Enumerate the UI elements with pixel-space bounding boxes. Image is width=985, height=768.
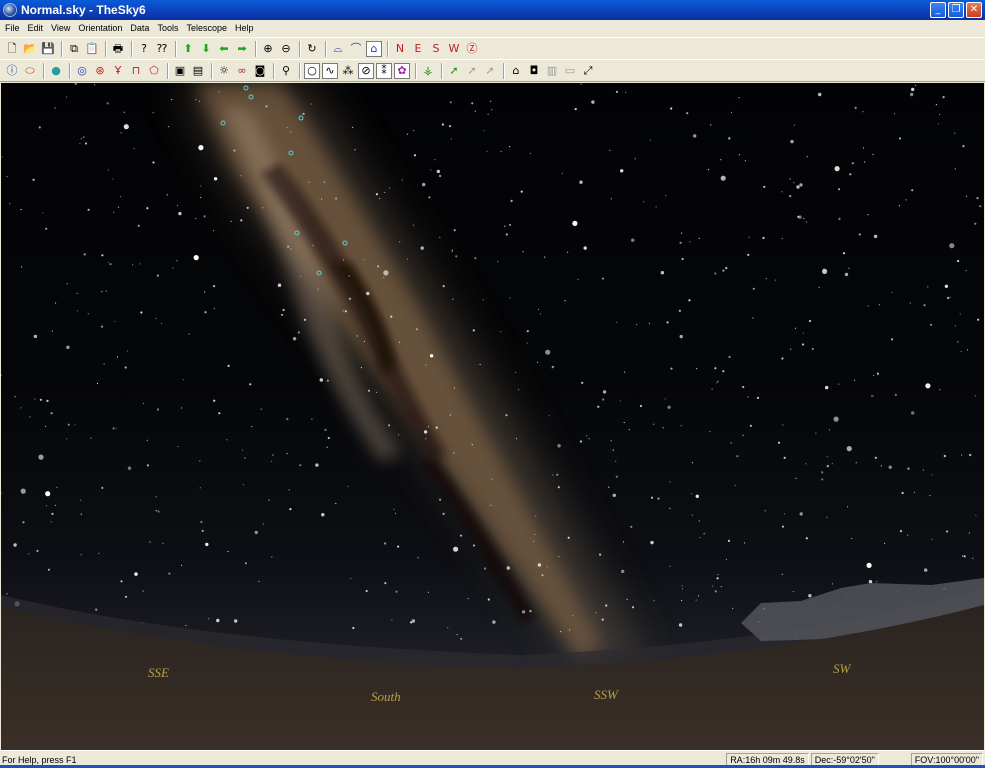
focuser-icon[interactable]: ▥	[544, 63, 560, 79]
toolbar-separator	[441, 62, 443, 79]
paste-icon[interactable]: 📋	[84, 41, 100, 57]
look-zenith-icon[interactable]: Ⓩ	[464, 41, 480, 57]
toolbar-separator	[273, 62, 275, 79]
help-icon[interactable]: ?	[136, 41, 152, 57]
constellation-icon[interactable]: Ұ	[110, 63, 126, 79]
telescope-icon[interactable]: ⚶	[420, 63, 436, 79]
toolbar-separator	[299, 62, 301, 79]
menu-bar: File Edit View Orientation Data Tools Telescop…	[0, 20, 985, 36]
toolbar-separator	[211, 62, 213, 79]
camera-icon[interactable]: ◙	[252, 63, 268, 79]
look-north-icon[interactable]: N	[392, 41, 408, 57]
toolbar-separator	[325, 40, 327, 57]
print-icon[interactable]: 🖶	[110, 41, 126, 57]
close-button[interactable]: ✕	[966, 2, 982, 18]
zoom-in-icon[interactable]: ⊕	[260, 41, 276, 57]
toolbar-separator	[255, 40, 257, 57]
title-bar[interactable]: Normal.sky - TheSky6 _ ❐ ✕	[0, 0, 985, 20]
toolbar-separator	[415, 62, 417, 79]
toolbar-separator	[61, 40, 63, 57]
ecliptic-icon[interactable]: ⬭	[22, 63, 38, 79]
star-circle-icon[interactable]: ○	[304, 62, 320, 79]
look-east-icon[interactable]: E	[410, 41, 426, 57]
arrow-down-icon[interactable]: ⬇	[198, 41, 214, 57]
window-title: Normal.sky - TheSky6	[21, 3, 146, 17]
objects-toolbar: ⓘ ⬭ ● ◎ ⊛ Ұ ⊓ ⬠ ▣ ▤ ☼ ∞ ◙ ⚲ ○ ∿ ⁂ ⊘ ⁑ ✿ ⚶ ➚ ➚ ➚ ⌂ ◘ ▥ ▭ ⤢	[0, 59, 985, 82]
horizon-object-icon[interactable]: ⬠	[146, 63, 162, 79]
rotate-icon[interactable]: ↻	[304, 41, 320, 57]
slew-disabled-icon[interactable]: ➚	[464, 63, 480, 79]
menu-view[interactable]: View	[48, 23, 73, 33]
photo-icon[interactable]: ▣	[172, 63, 188, 79]
look-south-icon[interactable]: S	[428, 41, 444, 57]
compass-sw-label: SW	[833, 661, 851, 676]
toolbar-separator	[503, 62, 505, 79]
binoculars-icon[interactable]: ⚲	[278, 63, 294, 79]
galaxy-icon[interactable]: ◎	[74, 63, 90, 79]
menu-help[interactable]: Help	[232, 23, 257, 33]
sync-disabled-icon[interactable]: ➚	[482, 63, 498, 79]
arrow-right-icon[interactable]: ➡	[234, 41, 250, 57]
filter-icon[interactable]: ▭	[562, 63, 578, 79]
orbit-icon[interactable]: ⊘	[358, 62, 374, 79]
toolbar-separator	[167, 62, 169, 79]
toolbar-separator	[131, 40, 133, 57]
new-file-icon[interactable]: 🗋	[4, 41, 20, 57]
arrow-up-icon[interactable]: ⬆	[180, 41, 196, 57]
telescope-mount-icon[interactable]: ⊓	[128, 63, 144, 79]
info-icon[interactable]: ⓘ	[4, 63, 20, 79]
standard-toolbar: 🗋 📂 💾 ⧉ 📋 🖶? ⁇ ⬆ ⬇ ⬅ ➡ ⊕ ⊖ ↻ ⌓ ⌒ ⌂ N E S W Ⓩ	[0, 37, 985, 59]
compass-sse-label: SSE	[148, 665, 169, 680]
menu-file[interactable]: File	[2, 23, 23, 33]
compass-ssw-label: SSW	[594, 687, 618, 702]
toolbar-separator	[299, 40, 301, 57]
open-folder-icon[interactable]: 📂	[22, 41, 38, 57]
horizon-view-icon[interactable]: ⌓	[330, 41, 346, 57]
toolbar-separator	[105, 40, 107, 57]
menu-edit[interactable]: Edit	[25, 23, 47, 33]
slew-icon[interactable]: ➚	[446, 63, 462, 79]
context-help-icon[interactable]: ⁇	[154, 41, 170, 57]
compass-south-label: South	[371, 689, 401, 704]
binocular-red-icon[interactable]: ∞	[234, 63, 250, 79]
menu-data[interactable]: Data	[127, 23, 152, 33]
toolbar-separator	[175, 40, 177, 57]
menu-telescope[interactable]: Telescope	[183, 23, 230, 33]
horizon-ground	[1, 578, 984, 750]
zenith-view-icon[interactable]: ⌒	[348, 41, 364, 57]
copy-icon[interactable]: ⧉	[66, 41, 82, 57]
help-hint: For Help, press F1	[2, 754, 77, 765]
toolbar-separator	[43, 62, 45, 79]
restore-button[interactable]: ❐	[948, 2, 964, 18]
zoom-out-icon[interactable]: ⊖	[278, 41, 294, 57]
sun-icon[interactable]: ☼	[216, 63, 232, 79]
star-link-icon[interactable]: ∿	[322, 62, 338, 79]
toolbar-separator	[387, 40, 389, 57]
image-overlay-icon[interactable]: ▤	[190, 63, 206, 79]
autoguide-icon[interactable]: ⤢	[580, 63, 596, 79]
nebula-icon[interactable]: ✿	[394, 62, 410, 79]
sky-view-icon[interactable]: ⌂	[366, 40, 382, 57]
save-icon[interactable]: 💾	[40, 41, 56, 57]
menu-tools[interactable]: Tools	[154, 23, 181, 33]
app-globe-icon[interactable]	[3, 3, 17, 17]
globe-grid-icon[interactable]: ⊛	[92, 63, 108, 79]
look-west-icon[interactable]: W	[446, 41, 462, 57]
toolbar-separator	[69, 62, 71, 79]
sky-chart[interactable]: SSE South SSW SW	[1, 83, 984, 750]
pattern-icon[interactable]: ⁑	[376, 62, 392, 79]
camera-control-icon[interactable]: ◘	[526, 63, 542, 79]
dome-icon[interactable]: ⌂	[508, 63, 524, 79]
planet-icon[interactable]: ●	[48, 63, 64, 79]
star-cluster-icon[interactable]: ⁂	[340, 63, 356, 79]
minimize-button[interactable]: _	[930, 2, 946, 18]
menu-orientation[interactable]: Orientation	[75, 23, 125, 33]
arrow-left-icon[interactable]: ⬅	[216, 41, 232, 57]
